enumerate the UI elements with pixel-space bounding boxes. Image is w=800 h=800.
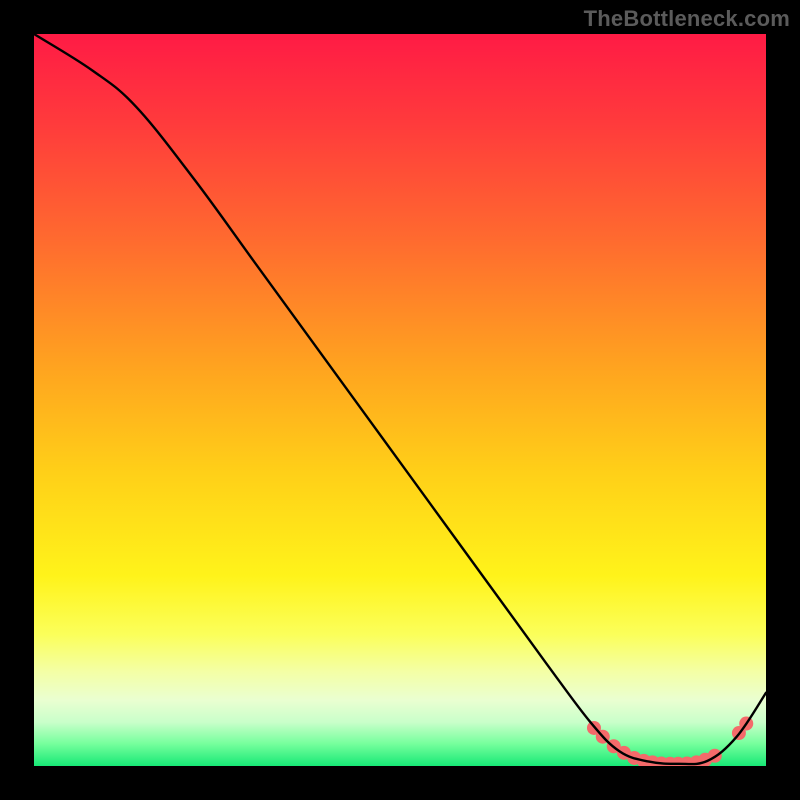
data-curve (34, 34, 766, 764)
chart-frame: TheBottleneck.com (0, 0, 800, 800)
marker-dots (587, 717, 753, 766)
watermark-text: TheBottleneck.com (584, 6, 790, 32)
plot-area (34, 34, 766, 766)
chart-svg (34, 34, 766, 766)
